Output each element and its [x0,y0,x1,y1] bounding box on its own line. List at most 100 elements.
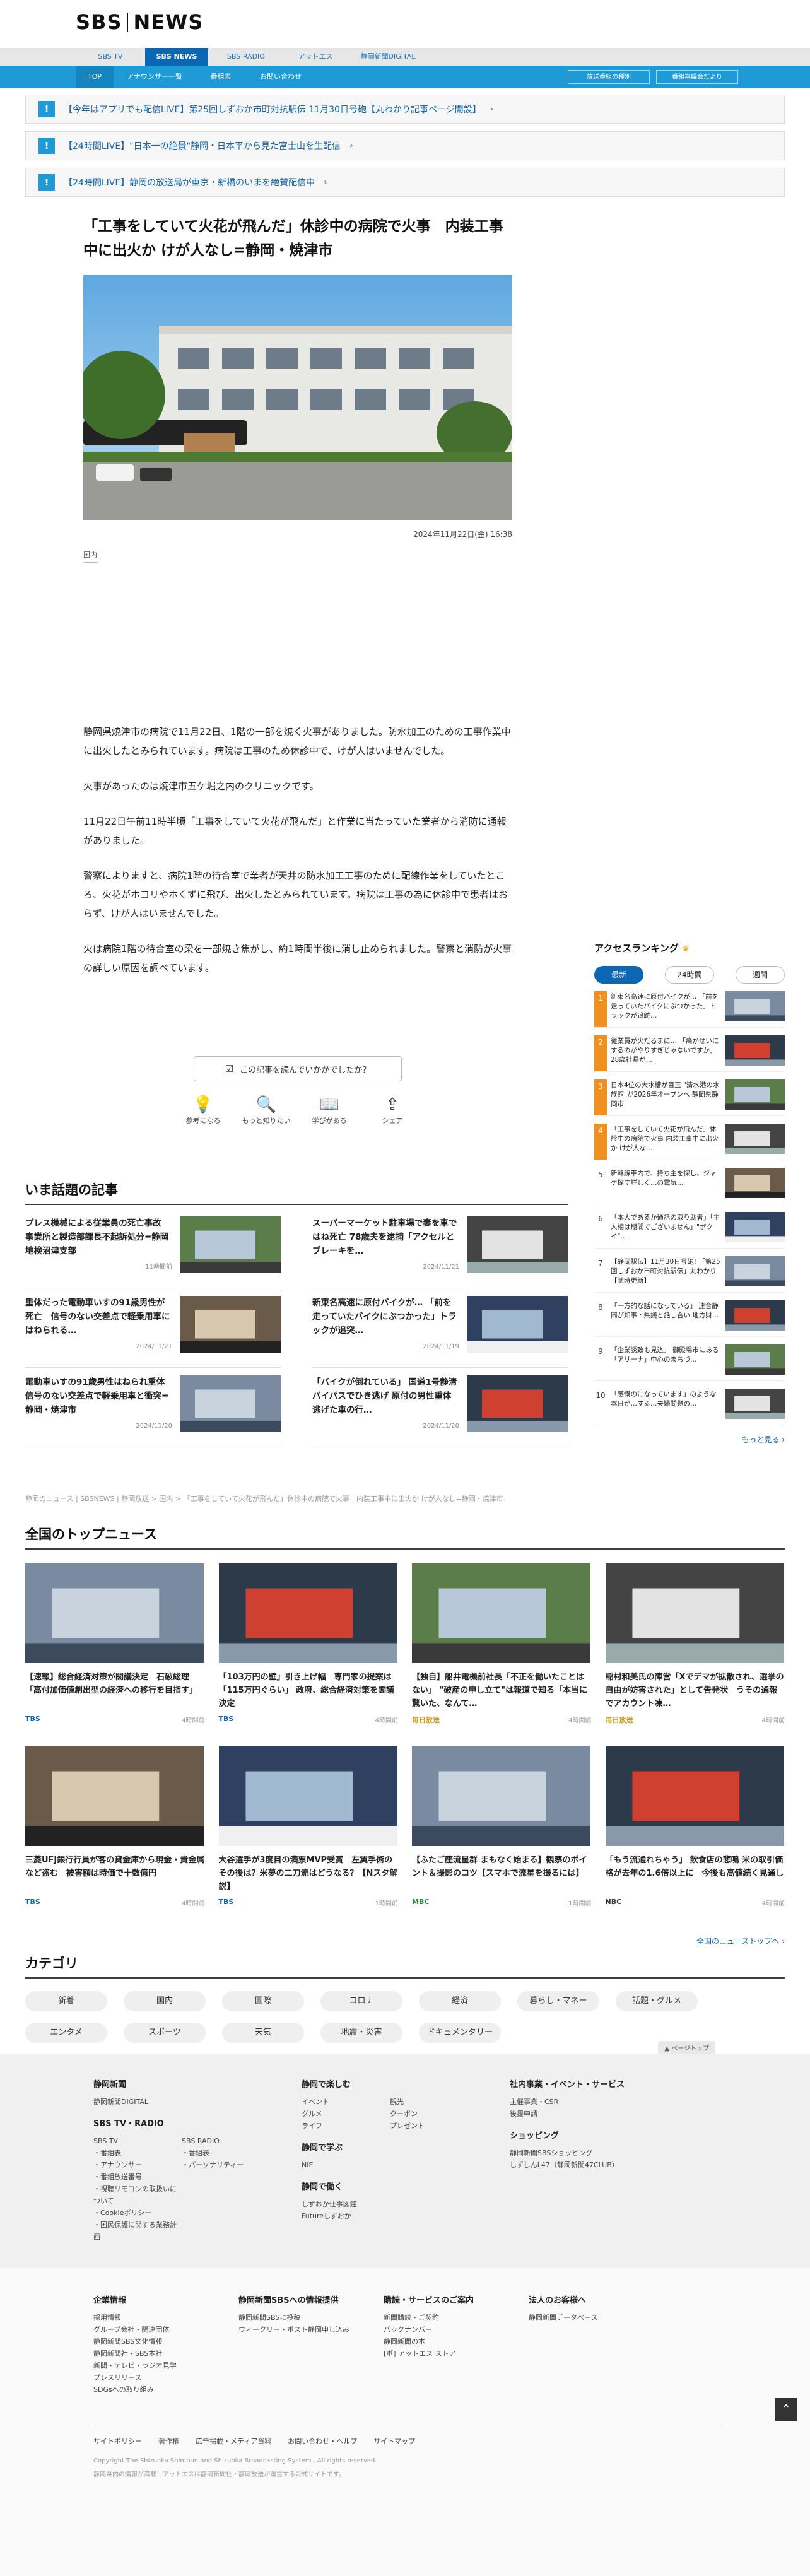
alert-item[interactable]: ! 【24時間LIVE】静岡の放送局が東京・新橋のいまを絶賛配信中 › [25,168,785,197]
breadcrumb[interactable]: 静岡のニュース | SBSNEWS | 静岡放送 > 国内 > 「工事をしていて… [25,1493,503,1503]
footer-link[interactable]: NIE [302,2159,491,2171]
footer-link[interactable]: ライフ [302,2120,390,2132]
footer-link[interactable]: ・Cookieポリシー [93,2207,182,2219]
footer-link[interactable]: SDGsへの取り組み [93,2384,238,2396]
footer-link[interactable]: SBS TV [93,2135,182,2147]
footer-link[interactable]: ・パーソナリティー [182,2159,270,2171]
ranking-more-link[interactable]: もっと見る › [594,1434,785,1445]
ranking-item[interactable]: 4 「工事をしていて火花が飛んだ」休診中の病院で火事 内装工事中に出火か けが人な… [594,1124,785,1160]
footer-link[interactable]: ・視聴リモコンの取扱いについて [93,2183,182,2207]
ranking-tab-latest[interactable]: 最新 [594,966,643,984]
footer-link[interactable]: 静岡新聞SBS文化情報 [93,2336,238,2348]
footer-link[interactable]: [ポ] アットエス ストア [384,2348,529,2360]
footer-bottom-link[interactable]: サイトマップ [373,2435,415,2447]
trending-item[interactable]: プレス機械による従業員の死亡事故 事業所と製造部課長不起訴処分=静岡地検沼津支部… [25,1216,281,1288]
alert-item[interactable]: ! 【今年はアプリでも配信LIVE】第25回しずおか市町対抗駅伝 11月30日号… [25,95,785,124]
national-news-card[interactable]: 稲村和美氏の陣営「Xでデマが拡散され、選挙の自由が妨害された」として告発状 うそ… [605,1563,785,1746]
category-chip[interactable]: 話題・グルメ [616,1991,698,2011]
category-chip[interactable]: スポーツ [124,2023,206,2043]
page-top-button[interactable]: ▲ ページトップ [658,2041,715,2054]
reaction-more-button[interactable]: 🔍 もっと知りたい [241,1094,291,1126]
trending-item[interactable]: スーパーマーケット駐車場で妻を車ではね死亡 78歳夫を逮捕「アクセルとブレーキを… [312,1216,568,1288]
category-chip[interactable]: 暮らし・マネー [517,1991,599,2011]
category-chip[interactable]: 天気 [222,2023,304,2043]
article-category[interactable]: 国内 [83,550,97,563]
national-news-card[interactable]: 【ふたご座流星群 まもなく始まる】観察のポイント＆撮影のコツ【スマホで流星を撮る… [412,1746,592,1929]
ranking-item[interactable]: 10 「感慨のになっています」のような本日が…する…夫婦問題の… [594,1389,785,1425]
ranking-item[interactable]: 1 新東名高速に原付バイクが… 「前を走っていたバイクにぶつかった」トラックが追跡… [594,991,785,1028]
subnav-contact[interactable]: お問い合わせ [246,66,315,88]
category-chip[interactable]: 地震・災害 [320,2023,402,2043]
footer-link[interactable]: 観光 [390,2096,478,2108]
ranking-item[interactable]: 5 新幹線車内で、持ち主を探し、ジャケ探す詳しく…の電気… [594,1168,785,1204]
footer-link[interactable]: グルメ [302,2108,390,2120]
footer-link[interactable]: 静岡新聞DIGITAL [93,2096,283,2108]
footer-link[interactable]: 静岡新聞社・SBS本社 [93,2348,238,2360]
footer-link[interactable]: 静岡新聞SBSに投稿 [238,2312,384,2324]
ranking-item[interactable]: 8 「一方的な話になっている」 連合静岡が知事・県議と話し合い 地方財… [594,1300,785,1337]
footer-link[interactable]: 採用情報 [93,2312,238,2324]
category-chip[interactable]: 国際 [222,1991,304,2011]
footer-link[interactable]: ・番組表 [93,2147,182,2159]
footer-link[interactable]: ・番組放送番号 [93,2171,182,2183]
footer-link[interactable]: 後援申請 [510,2108,712,2120]
trending-item[interactable]: 重体だった電動車いすの91歳男性が死亡 信号のない交差点で軽乗用車にはねられる…… [25,1296,281,1368]
national-news-card[interactable]: 大谷選手が3度目の満票MVP受賞 左翼手術のその後は？米夢の二刀流はどうなる？【… [218,1746,398,1929]
category-chip[interactable]: コロナ [320,1991,402,2011]
ranking-tab-weekly[interactable]: 週間 [736,966,785,984]
footer-bottom-link[interactable]: お問い合わせ・ヘルプ [288,2435,357,2447]
tab-sbs-tv[interactable]: SBS TV [76,48,145,66]
ranking-tab-24h[interactable]: 24時間 [665,966,714,984]
ranking-item[interactable]: 9 「企業誘致も見込」 御殿場市にある「アリーナ」中心のまちづ… [594,1344,785,1381]
national-news-card[interactable]: 【独自】船井電機前社長「不正を働いたことはない」 "破産の申し立て"は報道で知る… [412,1563,592,1746]
footer-link[interactable]: プレゼント [390,2120,478,2132]
category-chip[interactable]: 新着 [25,1991,107,2011]
ranking-item[interactable]: 7 【静岡駅伝】11月30日号砲! 「第25回しずおか市町対抗駅伝」丸わかり【随時… [594,1256,785,1293]
category-chip[interactable]: ドキュメンタリー [419,2023,501,2043]
category-chip[interactable]: エンタメ [25,2023,107,2043]
footer-link[interactable]: グループ会社・関連団体 [93,2324,238,2336]
footer-link[interactable]: しずしんL47（静岡新聞47CLUB） [510,2159,712,2171]
trending-item[interactable]: 「バイクが倒れている」 国道1号静清バイパスでひき逃げ 原付の男性重体 逃げた車… [312,1375,568,1447]
footer-link[interactable]: しずおか仕事図鑑 [302,2198,491,2210]
trending-item[interactable]: 電動車いすの91歳男性はねられ重体 信号のない交差点で軽乗用車と衝突=静岡・焼津… [25,1375,281,1447]
ranking-item[interactable]: 6 「本人であるか通話の取り助者」「主人相は期間でございません」"ボクイ"… [594,1212,785,1249]
footer-bottom-link[interactable]: 広告掲載・メディア資料 [196,2435,271,2447]
share-button[interactable]: ⇪ シェア [367,1094,418,1126]
national-news-card[interactable]: 「もう流通れちゃう」 飲食店の悲鳴 米の取引価格が去年の1.6倍以上に 今後も高… [605,1746,785,1929]
footer-link[interactable]: ・番組表 [182,2147,270,2159]
footer-link[interactable]: ・国民保護に関する業務計画 [93,2219,182,2243]
ranking-item[interactable]: 2 従業員が火だるまに… 「痛かせいにするのがやりすぎじゃないですか」28歳社長が… [594,1035,785,1072]
footer-bottom-link[interactable]: サイトポリシー [93,2435,142,2447]
alert-item[interactable]: ! 【24時間LIVE】"日本一の絶景"静岡・日本平から見た富士山を生配信 › [25,131,785,160]
footer-link[interactable]: バックナンバー [384,2324,529,2336]
subnav-top[interactable]: TOP [76,66,114,88]
subnav-announcers[interactable]: アナウンサー一覧 [114,66,196,88]
footer-link[interactable]: 静岡新聞データベース [529,2312,674,2324]
trending-item[interactable]: 新東名高速に原付バイクが… 「前を走っていたバイクにぶつかった」トラックが追突…… [312,1296,568,1368]
category-chip[interactable]: 経済 [419,1991,501,2011]
review-council-button[interactable]: 番組審議会だより [656,70,738,84]
footer-link[interactable]: 新聞・テレビ・ラジオ見学 [93,2360,238,2372]
sbs-news-logo[interactable]: SBS NEWS [76,10,203,34]
national-more-link[interactable]: 全国のニューストップへ › [25,1936,785,1946]
back-to-top-button[interactable]: ⌃ [775,2398,797,2421]
tab-sbs-news[interactable]: SBS NEWS [145,48,208,66]
footer-link[interactable]: イベント [302,2096,390,2108]
tab-shizuoka-digital[interactable]: 静岡新聞DIGITAL [347,48,429,66]
footer-link[interactable]: ・アナウンサー [93,2159,182,2171]
national-news-card[interactable]: 三菱UFJ銀行行員が客の貸金庫から現金・貴金属など盗む 被害額は時価で十数億円 T… [25,1746,205,1929]
footer-link[interactable]: 静岡新聞の本 [384,2336,529,2348]
footer-link[interactable]: 新聞購読・ご契約 [384,2312,529,2324]
ranking-item[interactable]: 3 日本4位の大水槽が目玉 "清水港の水族館"が2026年オープンへ 静岡県静岡市 [594,1079,785,1116]
national-news-card[interactable]: 【速報】総合経済対策が閣議決定 石破総理「高付加価値創出型の経済への移行を目指す… [25,1563,205,1746]
category-chip[interactable]: 国内 [124,1991,206,2011]
footer-link[interactable]: SBS RADIO [182,2135,270,2147]
footer-link[interactable]: 主催事業・CSR [510,2096,712,2108]
tab-at-s[interactable]: アットエス [284,48,347,66]
national-news-card[interactable]: 「103万円の壁」引き上げ幅 専門家の提案は「115万円ぐらい」 政府、総合経済… [218,1563,398,1746]
footer-bottom-link[interactable]: 著作権 [158,2435,179,2447]
broadcast-type-button[interactable]: 放送番組の種別 [568,70,650,84]
footer-link[interactable]: ウィークリー・ポスト静岡申し込み [238,2324,384,2336]
footer-link[interactable]: クーポン [390,2108,478,2120]
